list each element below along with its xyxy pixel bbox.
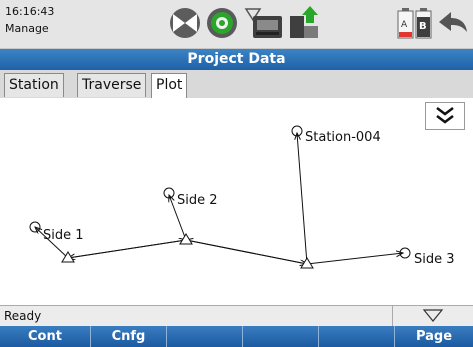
status-bar: Ready: [0, 305, 473, 326]
system-bar: 16:16:43 Manage A B: [0, 0, 473, 49]
double-chevron-down-icon: [436, 107, 454, 124]
status-text: Ready: [4, 309, 42, 323]
softkey-bar: Cont Cnfg Page: [0, 326, 473, 347]
cnfg-softkey[interactable]: Cnfg: [91, 326, 167, 347]
page-title: Project Data: [0, 49, 473, 70]
gps-satellite-icon[interactable]: [205, 6, 239, 40]
plot-canvas[interactable]: Side 1 Side 2 Station-004 Side 3: [0, 98, 473, 305]
softkey-4[interactable]: [243, 326, 319, 347]
battery-ab-icon[interactable]: A B: [397, 8, 433, 40]
clock: 16:16:43: [5, 5, 55, 18]
traverse-plot[interactable]: Side 1 Side 2 Station-004 Side 3: [0, 98, 473, 305]
data-transfer-icon[interactable]: [288, 4, 320, 40]
point-label-side-2: Side 2: [177, 193, 218, 208]
softkey-3[interactable]: [167, 326, 243, 347]
point-label-side-1: Side 1: [43, 228, 84, 243]
status-expand-button[interactable]: [392, 306, 473, 326]
traverse-leg: [68, 239, 187, 258]
traverse-leg: [186, 240, 308, 265]
mode-label: Manage: [5, 22, 49, 35]
point-label-station-004: Station-004: [305, 130, 381, 145]
station-marker[interactable]: [179, 233, 193, 245]
svg-text:B: B: [419, 21, 427, 32]
memory-card-icon[interactable]: [252, 14, 284, 42]
compass-icon[interactable]: [168, 6, 202, 40]
tab-bar: Station Traverse Plot: [0, 70, 473, 99]
cont-softkey[interactable]: Cont: [0, 326, 91, 347]
tab-plot[interactable]: Plot: [151, 73, 188, 99]
tab-station[interactable]: Station: [4, 73, 64, 97]
tab-traverse[interactable]: Traverse: [77, 73, 147, 97]
triangle-down-icon: [422, 309, 444, 322]
point-marker[interactable]: [163, 187, 175, 199]
svg-text:A: A: [401, 20, 408, 30]
softkey-5[interactable]: [319, 326, 395, 347]
side-shot-line: [306, 253, 403, 265]
page-softkey[interactable]: Page: [395, 326, 473, 347]
collapse-button[interactable]: [425, 102, 465, 130]
back-arrow-icon[interactable]: [437, 10, 469, 36]
point-label-side-3: Side 3: [414, 252, 455, 267]
side-shot-line: [297, 133, 308, 265]
